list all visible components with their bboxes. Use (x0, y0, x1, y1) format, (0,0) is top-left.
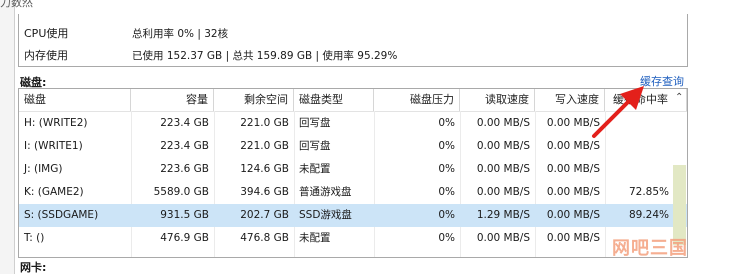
cell-read: 0.00 MB/S (476, 163, 530, 175)
cell-read: 0.00 MB/S (476, 140, 530, 152)
cell-disk: H: (WRITE2) (24, 117, 88, 129)
cell-type: 回写盘 (299, 117, 331, 129)
nic-section-label: 网卡: (20, 261, 47, 274)
cell-type: 未配置 (299, 232, 331, 244)
cell-free: 124.6 GB (240, 163, 289, 175)
watermark: 网吧三国 (612, 238, 688, 259)
red-arrow-annotation (592, 86, 644, 138)
cell-type: 普通游戏盘 (299, 186, 352, 198)
cell-free: 476.8 GB (240, 232, 289, 244)
col-header-pressure[interactable]: 磁盘压力 (374, 89, 460, 111)
memory-value: 已使用 152.37 GB | 总共 159.89 GB | 使用率 95.29… (132, 50, 398, 62)
cell-read: 1.29 MB/S (476, 209, 530, 221)
table-row[interactable]: T: () 476.9 GB 476.8 GB 未配置 0% 0.00 MB/S… (19, 227, 687, 250)
cell-write: 0.00 MB/S (546, 163, 600, 175)
table-row-selected[interactable]: S: (SSDGAME) 931.5 GB 202.7 GB SSD游戏盘 0%… (19, 204, 687, 227)
left-panel-strip (0, 0, 15, 274)
cell-free: 394.6 GB (240, 186, 289, 198)
cell-capacity: 223.6 GB (160, 163, 209, 175)
chevron-up-icon: ⌃ (675, 92, 684, 103)
col-header-free[interactable]: 剩余空间 (214, 89, 294, 111)
cell-write: 0.00 MB/S (546, 232, 600, 244)
cell-capacity: 223.4 GB (160, 117, 209, 129)
cell-free: 221.0 GB (240, 117, 289, 129)
cell-read: 0.00 MB/S (476, 117, 530, 129)
table-row[interactable]: H: (WRITE2) 223.4 GB 221.0 GB 回写盘 0% 0.0… (19, 112, 687, 135)
cell-read: 0.00 MB/S (476, 232, 530, 244)
cell-pressure: 0% (438, 232, 455, 244)
cell-pressure: 0% (438, 117, 455, 129)
col-header-capacity[interactable]: 容量 (131, 89, 214, 111)
cell-capacity: 931.5 GB (160, 209, 209, 221)
col-header-read[interactable]: 读取速度 (460, 89, 535, 111)
cell-capacity: 476.9 GB (160, 232, 209, 244)
table-row[interactable]: I: (WRITE1) 223.4 GB 221.0 GB 回写盘 0% 0.0… (19, 135, 687, 158)
disk-table: 磁盘 容量 剩余空间 磁盘类型 磁盘压力 读取速度 写入速度 缓存命中率 ⌃ H… (18, 88, 688, 258)
col-header-disk[interactable]: 磁盘 (19, 89, 131, 111)
cell-pressure: 0% (438, 186, 455, 198)
cpu-value: 总利用率 0% | 32核 (132, 28, 229, 40)
cell-pressure: 0% (438, 209, 455, 221)
table-row[interactable]: J: (IMG) 223.6 GB 124.6 GB 未配置 0% 0.00 M… (19, 158, 687, 181)
col-header-type[interactable]: 磁盘类型 (294, 89, 374, 111)
system-info-panel: CPU使用 总利用率 0% | 32核 内存使用 已使用 152.37 GB |… (18, 14, 688, 67)
cell-write: 0.00 MB/S (546, 186, 600, 198)
cell-pressure: 0% (438, 140, 455, 152)
cell-free: 202.7 GB (240, 209, 289, 221)
cell-capacity: 5589.0 GB (153, 186, 209, 198)
cell-type: 回写盘 (299, 140, 331, 152)
top-cut-text: 力数然 (0, 0, 33, 9)
cell-type: 未配置 (299, 163, 331, 175)
cell-write: 0.00 MB/S (546, 209, 600, 221)
cpu-label: CPU使用 (24, 27, 69, 40)
table-row[interactable]: K: (GAME2) 5589.0 GB 394.6 GB 普通游戏盘 0% 0… (19, 181, 687, 204)
cell-disk: S: (SSDGAME) (24, 209, 99, 221)
cell-read: 0.00 MB/S (476, 186, 530, 198)
cell-disk: T: () (24, 232, 45, 244)
memory-label: 内存使用 (24, 49, 68, 62)
cell-capacity: 223.4 GB (160, 140, 209, 152)
cell-free: 221.0 GB (240, 140, 289, 152)
scrollbar-thumb[interactable] (673, 165, 686, 245)
cell-pressure: 0% (438, 163, 455, 175)
cell-disk: I: (WRITE1) (24, 140, 83, 152)
cell-type: SSD游戏盘 (299, 209, 352, 221)
cell-disk: K: (GAME2) (24, 186, 84, 198)
cell-disk: J: (IMG) (24, 163, 63, 175)
